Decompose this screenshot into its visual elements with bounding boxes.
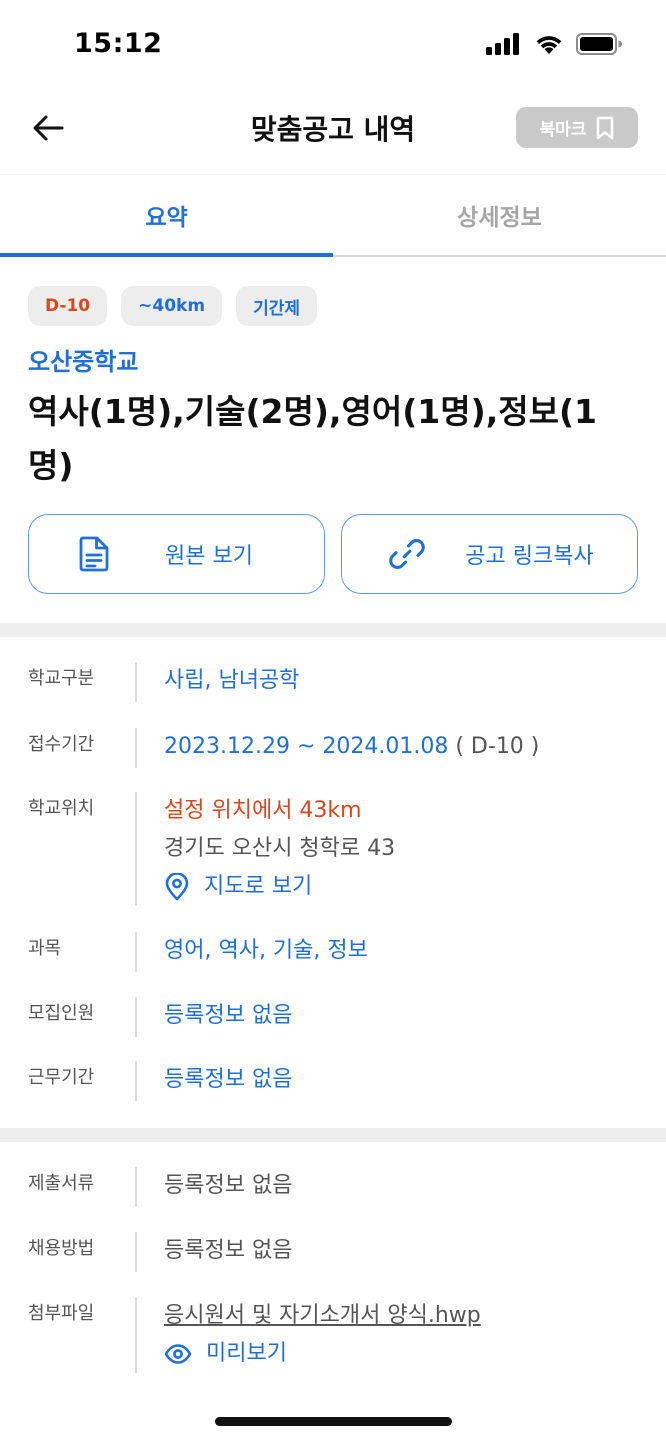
location-label: 학교위치 bbox=[28, 798, 95, 819]
copy-link-label: 공고 링크복사 bbox=[465, 544, 594, 569]
school-name: 오산중학교 bbox=[28, 348, 139, 376]
info-row-location: 학교위치 설정 위치에서 43km 경기도 오산시 청학로 43 지도로 보기 bbox=[0, 792, 666, 906]
application-period-dday: ( D-10 ) bbox=[455, 734, 540, 759]
school-type-label: 학교구분 bbox=[28, 668, 95, 689]
view-map-link[interactable]: 지도로 보기 bbox=[164, 868, 395, 906]
location-distance: 설정 위치에서 43km bbox=[164, 798, 362, 823]
school-type-values: 사립, 남녀공학 bbox=[164, 662, 299, 700]
tab-summary[interactable]: 요약 bbox=[0, 175, 333, 255]
work-period-label: 근무기간 bbox=[28, 1067, 95, 1088]
info-row-application-period: 접수기간 2023.12.29 ~ 2024.01.08 ( D-10 ) bbox=[0, 728, 666, 768]
wifi-icon bbox=[536, 36, 562, 54]
page: 15:12 맞춤공고 내역 북마크 요약 상세정보 D-10 ~40km 기간제… bbox=[0, 0, 666, 1440]
info-row-subjects: 과목 영어, 역사, 기술, 정보 bbox=[0, 932, 666, 972]
dday-chip: D-10 bbox=[28, 286, 108, 326]
tag-chips: D-10 ~40km 기간제 bbox=[28, 286, 317, 326]
posting-title: 역사(1명),기술(2명),영어(1명),정보(1명) bbox=[28, 392, 597, 485]
home-indicator bbox=[215, 1417, 452, 1426]
recruit-count-values: 등록정보 없음 bbox=[164, 997, 292, 1035]
row-separator bbox=[135, 728, 137, 768]
row-separator bbox=[135, 1297, 137, 1373]
application-period-value: 2023.12.29 ~ 2024.01.08 bbox=[164, 734, 449, 759]
info-row-work-period: 근무기간 등록정보 없음 bbox=[0, 1061, 666, 1101]
attachment-preview-link[interactable]: 미리보기 bbox=[164, 1335, 481, 1373]
application-period-label: 접수기간 bbox=[28, 734, 95, 755]
app-header: 맞춤공고 내역 북마크 bbox=[0, 88, 666, 174]
bookmark-button[interactable]: 북마크 bbox=[516, 107, 638, 148]
row-separator bbox=[135, 662, 137, 702]
attachment-values: 응시원서 및 자기소개서 양식.hwp 미리보기 bbox=[164, 1297, 481, 1373]
attachment-preview-label: 미리보기 bbox=[206, 1341, 287, 1366]
attachment-file-link[interactable]: 응시원서 및 자기소개서 양식.hwp bbox=[164, 1297, 481, 1335]
cellular-signal-icon bbox=[486, 33, 519, 55]
hiring-method-values: 등록정보 없음 bbox=[164, 1232, 292, 1270]
work-period-value: 등록정보 없음 bbox=[164, 1067, 293, 1092]
location-values: 설정 위치에서 43km 경기도 오산시 청학로 43 지도로 보기 bbox=[164, 792, 395, 906]
subjects-values: 영어, 역사, 기술, 정보 bbox=[164, 932, 368, 970]
bookmark-icon bbox=[597, 116, 614, 139]
attachment-label: 첨부파일 bbox=[28, 1303, 95, 1324]
row-separator bbox=[135, 1061, 137, 1101]
hiring-method-value: 등록정보 없음 bbox=[164, 1238, 293, 1263]
row-separator bbox=[135, 932, 137, 972]
info-row-hiring-method: 채용방법 등록정보 없음 bbox=[0, 1232, 666, 1272]
employment-type-chip: 기간제 bbox=[236, 286, 317, 326]
row-separator bbox=[135, 997, 137, 1037]
info-row-attachment: 첨부파일 응시원서 및 자기소개서 양식.hwp 미리보기 bbox=[0, 1297, 666, 1373]
eye-icon bbox=[164, 1344, 192, 1364]
info-row-recruit-count: 모집인원 등록정보 없음 bbox=[0, 997, 666, 1037]
subjects-label: 과목 bbox=[28, 938, 62, 959]
subjects-value: 영어, 역사, 기술, 정보 bbox=[164, 938, 368, 963]
hiring-method-label: 채용방법 bbox=[28, 1238, 95, 1259]
bookmark-label: 북마크 bbox=[539, 120, 587, 140]
section-divider bbox=[0, 1128, 666, 1142]
tab-bar: 요약 상세정보 bbox=[0, 175, 666, 257]
school-type-value: 사립, 남녀공학 bbox=[164, 668, 300, 693]
copy-link-button[interactable]: 공고 링크복사 bbox=[341, 514, 638, 594]
info-row-documents: 제출서류 등록정보 없음 bbox=[0, 1167, 666, 1207]
status-bar: 15:12 bbox=[0, 0, 666, 88]
section-divider bbox=[0, 623, 666, 637]
documents-value: 등록정보 없음 bbox=[164, 1173, 293, 1198]
location-pin-icon bbox=[165, 873, 189, 901]
row-separator bbox=[135, 792, 137, 906]
row-separator bbox=[135, 1232, 137, 1272]
status-time: 15:12 bbox=[74, 28, 163, 59]
active-tab-indicator bbox=[0, 253, 333, 257]
view-map-label: 지도로 보기 bbox=[204, 874, 313, 899]
info-row-school-type: 학교구분 사립, 남녀공학 bbox=[0, 662, 666, 702]
view-original-button[interactable]: 원본 보기 bbox=[28, 514, 325, 594]
documents-values: 등록정보 없음 bbox=[164, 1167, 292, 1205]
distance-chip: ~40km bbox=[121, 286, 223, 326]
status-icons bbox=[486, 32, 622, 56]
documents-label: 제출서류 bbox=[28, 1173, 95, 1194]
tab-detail[interactable]: 상세정보 bbox=[333, 175, 666, 255]
battery-icon bbox=[576, 33, 622, 55]
recruit-count-label: 모집인원 bbox=[28, 1003, 95, 1024]
work-period-values: 등록정보 없음 bbox=[164, 1061, 292, 1099]
application-period-values: 2023.12.29 ~ 2024.01.08 ( D-10 ) bbox=[164, 728, 539, 766]
application-period-line: 2023.12.29 ~ 2024.01.08 ( D-10 ) bbox=[164, 728, 539, 766]
location-address: 경기도 오산시 청학로 43 bbox=[164, 836, 396, 861]
view-original-label: 원본 보기 bbox=[165, 544, 253, 569]
row-separator bbox=[135, 1167, 137, 1207]
recruit-count-value: 등록정보 없음 bbox=[164, 1003, 293, 1028]
